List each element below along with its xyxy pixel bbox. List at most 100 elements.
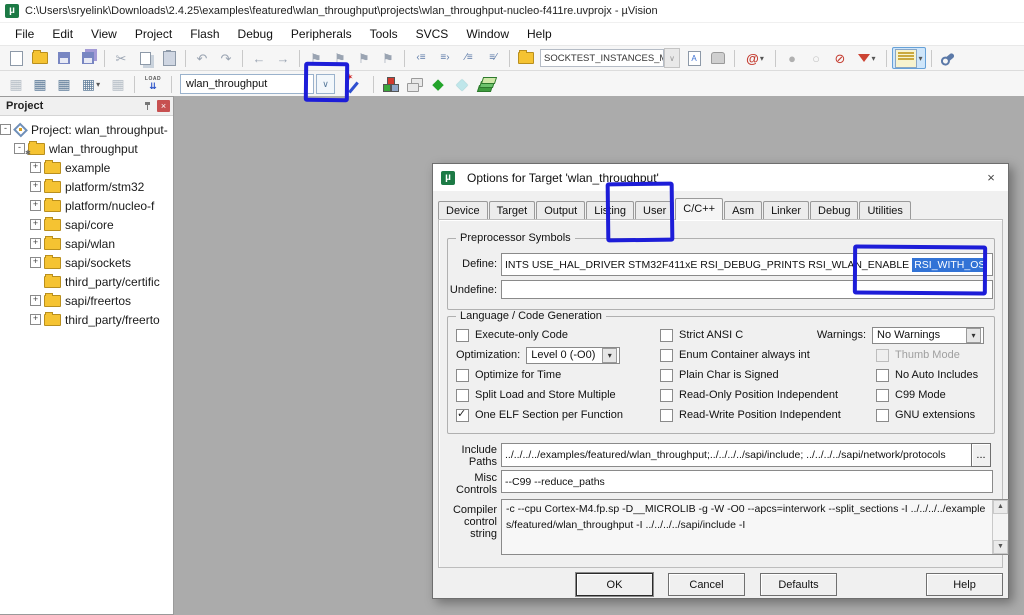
split-load-store-checkbox[interactable] — [456, 389, 469, 402]
chevron-down-icon[interactable]: ▾ — [966, 328, 981, 343]
no-auto-includes-checkbox[interactable] — [876, 369, 889, 382]
read-write-pi-checkbox[interactable] — [660, 409, 673, 422]
tree-item-platform-stm32[interactable]: + platform/stm32 — [0, 177, 173, 196]
cut-button[interactable]: ✂ — [110, 48, 132, 68]
menu-svcs[interactable]: SVCS — [407, 25, 458, 43]
clear-bookmarks-button[interactable]: ⚑ — [377, 48, 399, 68]
gnu-extensions-checkbox[interactable] — [876, 409, 889, 422]
expander[interactable]: + — [30, 295, 41, 306]
menu-file[interactable]: File — [6, 25, 43, 43]
new-file-button[interactable] — [5, 48, 27, 68]
menu-debug[interactable]: Debug — [229, 25, 282, 43]
tab-linker[interactable]: Linker — [763, 201, 809, 220]
execute-only-code-checkbox[interactable] — [456, 329, 469, 342]
tree-item-thirdparty-freertos[interactable]: + third_party/freerto — [0, 310, 173, 329]
expander[interactable]: + — [30, 200, 41, 211]
stop-build-button[interactable]: ▦ — [107, 74, 129, 94]
expander[interactable]: + — [30, 238, 41, 249]
enum-container-int-checkbox[interactable] — [660, 349, 673, 362]
indent-button[interactable]: ≡› — [434, 48, 456, 68]
tab-c-cpp[interactable]: C/C++ — [675, 198, 723, 220]
menu-help[interactable]: Help — [518, 25, 561, 43]
pack-installer-button[interactable] — [475, 74, 497, 94]
tree-item-example[interactable]: + example — [0, 158, 173, 177]
device-database-button[interactable]: ◆ — [451, 74, 473, 94]
tab-asm[interactable]: Asm — [724, 201, 762, 220]
expander[interactable]: + — [30, 219, 41, 230]
next-bookmark-button[interactable]: ⚑ — [353, 48, 375, 68]
navigate-back-button[interactable]: ← — [248, 48, 270, 68]
configure-button[interactable] — [937, 48, 959, 68]
open-file-button[interactable] — [29, 48, 51, 68]
menu-window[interactable]: Window — [457, 25, 518, 43]
optimize-for-time-checkbox[interactable] — [456, 369, 469, 382]
disable-breakpoints-button[interactable]: ⊘ — [829, 48, 851, 68]
optimization-select[interactable]: Level 0 (-O0)▾ — [526, 347, 620, 364]
menu-edit[interactable]: Edit — [43, 25, 82, 43]
translate-button[interactable]: ▦ — [5, 74, 27, 94]
target-select-dropdown-button[interactable]: ∨ — [316, 74, 335, 94]
scroll-down-icon[interactable]: ▼ — [993, 540, 1008, 554]
paste-button[interactable] — [158, 48, 180, 68]
tab-target[interactable]: Target — [489, 201, 536, 220]
tree-item-thirdparty-certificates[interactable]: third_party/certific — [0, 272, 173, 291]
manage-rte-button[interactable] — [379, 74, 401, 94]
redo-button[interactable]: ↷ — [215, 48, 237, 68]
include-paths-input[interactable]: ../../../../examples/featured/wlan_throu… — [501, 443, 976, 467]
pin-icon[interactable] — [143, 101, 153, 111]
unindent-button[interactable]: ‹≡ — [410, 48, 432, 68]
options-for-target-button[interactable]: ✶ — [340, 74, 368, 94]
tab-device[interactable]: Device — [438, 201, 488, 220]
defaults-button[interactable]: Defaults — [760, 573, 837, 596]
include-paths-browse-button[interactable]: ... — [971, 443, 991, 467]
tab-user[interactable]: User — [635, 201, 674, 220]
c99-mode-checkbox[interactable] — [876, 389, 889, 402]
window-list-button[interactable]: ▾ — [892, 47, 926, 69]
read-only-pi-checkbox[interactable] — [660, 389, 673, 402]
tree-item-platform-nucleo[interactable]: + platform/nucleo-f — [0, 196, 173, 215]
manage-project-items-button[interactable] — [403, 74, 425, 94]
define-input[interactable]: INTS USE_HAL_DRIVER STM32F411xE RSI_DEBU… — [501, 253, 993, 276]
copy-button[interactable] — [134, 48, 156, 68]
comment-button[interactable]: ∕≡ — [458, 48, 480, 68]
menu-flash[interactable]: Flash — [181, 25, 228, 43]
enable-breakpoint-button[interactable]: ○ — [805, 48, 827, 68]
tab-debug[interactable]: Debug — [810, 201, 858, 220]
prev-bookmark-button[interactable]: ⚑ — [329, 48, 351, 68]
ok-button[interactable]: OK — [576, 573, 653, 596]
search-dropdown-button[interactable]: ∨ — [664, 48, 680, 68]
menu-peripherals[interactable]: Peripherals — [282, 25, 361, 43]
tab-listing[interactable]: Listing — [586, 201, 634, 220]
build-button[interactable]: ▦ — [29, 74, 51, 94]
menu-view[interactable]: View — [82, 25, 126, 43]
strict-ansi-c-checkbox[interactable] — [660, 329, 673, 342]
chevron-down-icon[interactable]: ▾ — [602, 348, 617, 363]
find-button[interactable]: @▾ — [740, 48, 770, 68]
expander[interactable]: + — [30, 162, 41, 173]
undo-button[interactable]: ↶ — [191, 48, 213, 68]
insert-breakpoint-button[interactable]: ● — [781, 48, 803, 68]
project-panel-close-button[interactable]: × — [157, 100, 170, 112]
tab-output[interactable]: Output — [536, 201, 585, 220]
menu-project[interactable]: Project — [126, 25, 181, 43]
find-in-files-button[interactable]: A — [683, 48, 705, 68]
expander[interactable]: + — [30, 314, 41, 325]
search-input[interactable]: SOCKTEST_INSTANCES_M — [540, 49, 664, 67]
one-elf-section-checkbox[interactable] — [456, 409, 469, 422]
kill-breakpoints-button[interactable]: ▾ — [853, 48, 881, 68]
expander[interactable]: + — [30, 257, 41, 268]
rebuild-button[interactable]: ▦ — [53, 74, 75, 94]
tree-item-project-root[interactable]: - Project: wlan_throughput- — [0, 120, 173, 139]
scroll-up-icon[interactable]: ▲ — [993, 500, 1008, 514]
help-button[interactable]: Help — [926, 573, 1003, 596]
expander[interactable]: + — [30, 181, 41, 192]
tree-item-sapi-freertos[interactable]: + sapi/freertos — [0, 291, 173, 310]
configure-search-button[interactable] — [515, 48, 537, 68]
cancel-button[interactable]: Cancel — [668, 573, 745, 596]
download-button[interactable]: LOAD⇊ — [140, 74, 166, 94]
expander[interactable]: - — [0, 124, 11, 135]
misc-controls-input[interactable]: --C99 --reduce_paths — [501, 470, 993, 493]
batch-build-button[interactable]: ▦▾ — [77, 74, 105, 94]
navigate-forward-button[interactable]: → — [272, 48, 294, 68]
undefine-input[interactable] — [501, 280, 993, 299]
